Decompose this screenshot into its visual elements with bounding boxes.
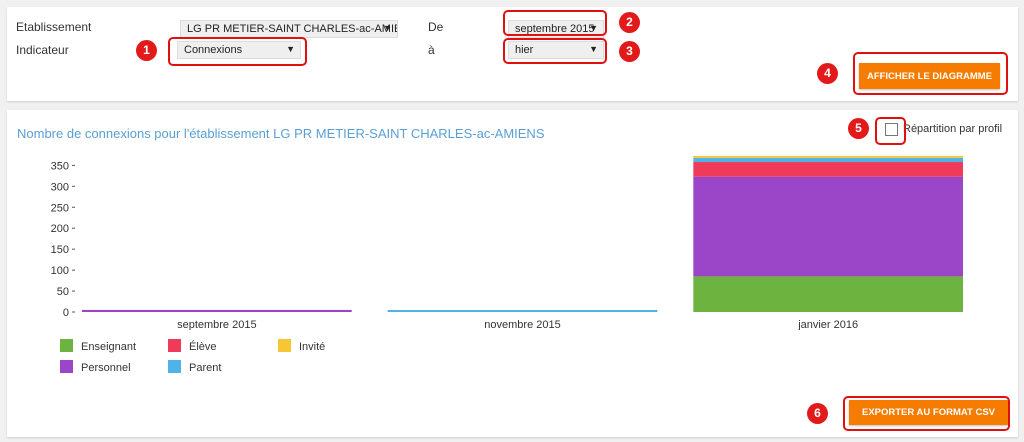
bar-segment <box>387 310 658 312</box>
x-category-label: janvier 2016 <box>797 319 858 330</box>
legend-item-personnel: Personnel <box>60 360 131 374</box>
results-panel: Nombre de connexions pour l'établissemen… <box>7 110 1018 437</box>
y-tick-label: 350 <box>51 160 69 172</box>
y-tick-label: 250 <box>51 202 69 214</box>
x-category-label: novembre 2015 <box>484 319 560 330</box>
bar-segment <box>693 162 963 177</box>
legend-item-eleve: Élève <box>168 339 217 353</box>
bar-segment <box>693 155 963 158</box>
highlight-checkbox <box>875 117 906 145</box>
legend-label: Personnel <box>81 362 131 374</box>
legend-swatch <box>60 339 73 352</box>
indicateur-label: Indicateur <box>16 43 69 57</box>
chart-title: Nombre de connexions pour l'établissemen… <box>17 126 545 141</box>
highlight-show-button <box>853 52 1008 95</box>
de-label: De <box>428 20 444 34</box>
y-tick-label: 150 <box>51 244 69 256</box>
highlight-a <box>503 38 607 64</box>
marker-4: 4 <box>817 63 838 84</box>
highlight-export-button <box>843 396 1010 431</box>
legend-item-enseignant: Enseignant <box>60 339 136 353</box>
y-tick-label: 200 <box>51 223 69 235</box>
chevron-down-icon: ▼ <box>383 23 392 33</box>
legend-label: Invité <box>299 341 326 353</box>
repartition-label: Répartition par profil <box>903 123 1003 135</box>
legend-swatch <box>278 339 291 352</box>
legend-item-parent: Parent <box>168 360 221 374</box>
marker-3: 3 <box>619 41 640 62</box>
etablissement-value: LG PR METIER-SAINT CHARLES-ac-AMIENS <box>187 23 398 35</box>
marker-6: 6 <box>807 403 828 424</box>
marker-1: 1 <box>136 40 157 61</box>
marker-2: 2 <box>619 12 640 33</box>
connexions-chart: 0 50 100 150 200 250 300 350 septembre 2015 novem… <box>51 155 963 330</box>
marker-5: 5 <box>848 118 869 139</box>
y-tick-label: 300 <box>51 181 69 193</box>
bar-segment <box>82 309 352 312</box>
x-category-label: septembre 2015 <box>177 319 257 330</box>
highlight-de <box>503 10 607 36</box>
y-tick-label: 50 <box>57 286 69 298</box>
highlight-indicateur <box>168 37 307 66</box>
legend-label: Parent <box>189 362 222 374</box>
etablissement-select[interactable]: LG PR METIER-SAINT CHARLES-ac-AMIENS ▼ <box>180 20 398 38</box>
bar-segment <box>693 276 963 312</box>
bar-segment <box>693 176 963 277</box>
legend-item-invite: Invité <box>278 339 325 353</box>
legend-label: Enseignant <box>81 341 137 353</box>
legend-label: Élève <box>189 341 217 353</box>
y-tick-label: 100 <box>51 265 69 277</box>
legend-swatch <box>60 360 73 373</box>
y-tick-label: 0 <box>63 307 69 319</box>
etablissement-label: Etablissement <box>16 20 92 34</box>
legend-swatch <box>168 339 181 352</box>
bar-segment <box>693 157 963 163</box>
a-label: à <box>428 43 435 57</box>
legend-swatch <box>168 360 181 373</box>
